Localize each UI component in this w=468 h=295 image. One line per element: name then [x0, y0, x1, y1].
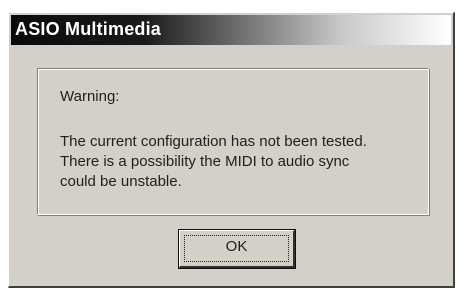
message-line: There is a possibility the MIDI to audio…	[60, 153, 350, 170]
ok-button[interactable]: OK	[178, 229, 296, 269]
message-line: could be unstable.	[60, 173, 182, 190]
ok-button-label: OK	[225, 238, 248, 255]
title-bar[interactable]: ASIO Multimedia	[11, 15, 451, 45]
message-line: The current configuration has not been t…	[60, 133, 367, 150]
dialog-window: ASIO Multimedia Warning: The current con…	[8, 12, 455, 288]
dialog-title: ASIO Multimedia	[15, 19, 162, 39]
message-group-box: Warning: The current configuration has n…	[37, 68, 429, 215]
warning-label: Warning:	[60, 88, 120, 105]
message-text: The current configuration has not been t…	[60, 132, 430, 192]
